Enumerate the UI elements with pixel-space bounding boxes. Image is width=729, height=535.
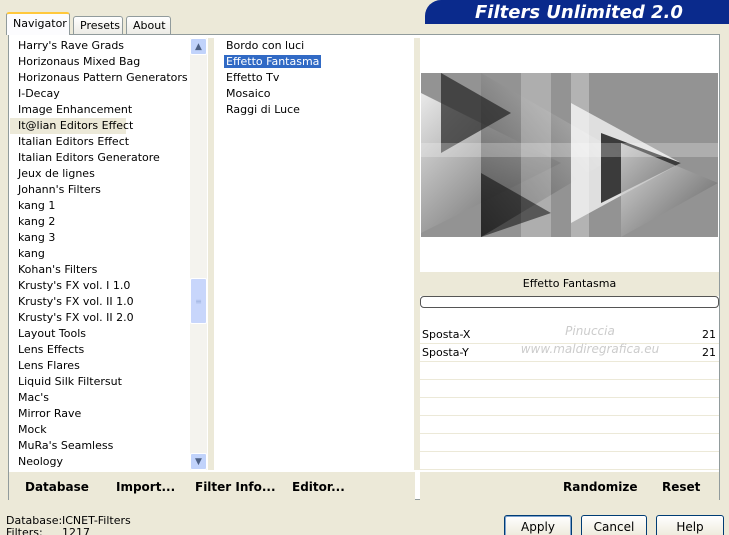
tab-presets-label: Presets [80,19,121,32]
parameter-name: Sposta-Y [422,346,469,359]
parameter-value[interactable]: 21 [702,328,716,341]
preview-graphic [421,73,718,237]
filter-item[interactable]: Raggi di Luce [214,102,414,118]
tab-navigator[interactable]: Navigator [6,12,70,35]
filter-item-label: Effetto Fantasma [224,55,322,68]
category-item[interactable]: kang 3 [10,230,190,246]
database-info: Database:ICNET-Filters Filters: 1217 [6,515,131,535]
category-item[interactable]: Jeux de lignes [10,166,190,182]
category-item[interactable]: kang 1 [10,198,190,214]
import-button[interactable]: Import... [116,480,175,494]
database-button[interactable]: Database [25,480,89,494]
category-item[interactable]: Mac's [10,390,190,406]
randomize-button[interactable]: Randomize [563,480,637,494]
filter-item[interactable]: Effetto Tv [214,70,414,86]
category-item[interactable]: Liquid Silk Filtersut [10,374,190,390]
parameter-row[interactable] [420,452,719,470]
parameter-row[interactable] [420,398,719,416]
tab-presets[interactable]: Presets [73,16,123,34]
selected-filter-title: Effetto Fantasma [420,272,719,296]
category-item[interactable]: MuRa's Seamless [10,438,190,454]
parameter-row[interactable] [420,416,719,434]
filter-preview-image [421,73,718,237]
filter-list[interactable]: Bordo con luci Effetto Fantasma Effetto Tv… [214,38,414,470]
cancel-button[interactable]: Cancel [581,515,647,535]
category-item[interactable]: kang 2 [10,214,190,230]
category-item[interactable]: Krusty's FX vol. II 2.0 [10,310,190,326]
left-command-bar: Database Import... Filter Info... Editor… [9,472,415,500]
parameter-row[interactable] [420,362,719,380]
tab-about-label: About [133,19,166,32]
category-item[interactable]: Kohan's Filters [10,262,190,278]
filter-item-label: Effetto Tv [226,71,280,84]
category-item[interactable]: Krusty's FX vol. II 1.0 [10,294,190,310]
reset-button[interactable]: Reset [662,480,700,494]
category-item[interactable]: Lens Effects [10,342,190,358]
apply-button[interactable]: Apply [504,515,572,535]
category-item[interactable]: I-Decay [10,86,190,102]
filter-item-label: Mosaico [226,87,271,100]
category-item[interactable]: Italian Editors Effect [10,134,190,150]
app-title: Filters Unlimited 2.0 [475,2,683,23]
parameter-row[interactable] [420,434,719,452]
category-item[interactable]: Horizonaus Pattern Generators [10,70,190,86]
watermark-line1: Pinuccia [565,324,615,338]
parameter-value[interactable]: 21 [702,346,716,359]
category-item[interactable]: Harry's Rave Grads [10,38,190,54]
cancel-label: Cancel [593,520,635,534]
scroll-up-button[interactable]: ▲ [190,38,207,55]
filter-info-button[interactable]: Filter Info... [195,480,276,494]
chevron-up-icon: ▲ [195,41,202,52]
progress-bar [420,296,719,308]
help-label: Help [676,520,704,534]
filter-item-label: Raggi di Luce [226,103,300,116]
watermark-line2: www.maldiregrafica.eu [520,342,660,356]
help-button[interactable]: Help [656,515,724,535]
right-command-bar: Randomize Reset [420,472,719,500]
tab-navigator-label: Navigator [13,17,67,30]
tab-about[interactable]: About [126,16,171,34]
filter-item[interactable]: Mosaico [214,86,414,102]
scroll-down-button[interactable]: ▼ [190,453,207,470]
category-item[interactable]: Image Enhancement [10,102,190,118]
category-item[interactable]: Krusty's FX vol. I 1.0 [10,278,190,294]
filter-name-label: Effetto Fantasma [522,277,617,290]
category-item[interactable]: Johann's Filters [10,182,190,198]
parameter-name: Sposta-X [422,328,471,341]
category-scrollbar[interactable]: ▲ ≡ ▼ [190,38,207,470]
app-title-banner: Filters Unlimited 2.0 [425,0,729,24]
filter-item-label: Bordo con luci [226,39,305,52]
category-item[interactable]: Mock [10,422,190,438]
category-item[interactable]: kang [10,246,190,262]
category-item[interactable]: It@lian Editors Effect [10,118,133,134]
watermark: Pinuccia www.maldiregrafica.eu [490,322,690,358]
category-list[interactable]: Harry's Rave Grads Horizonaus Mixed Bag Ho… [10,38,190,470]
category-item[interactable]: Layout Tools [10,326,190,342]
category-item[interactable]: Lens Flares [10,358,190,374]
category-item[interactable]: Italian Editors Generatore [10,150,190,166]
category-item[interactable]: Horizonaus Mixed Bag [10,54,190,70]
filters-label: Filters: [6,526,43,535]
parameter-row[interactable] [420,380,719,398]
category-item[interactable]: Neology [10,454,190,470]
filters-value: 1217 [62,526,90,535]
category-item[interactable]: Mirror Rave [10,406,190,422]
editor-button[interactable]: Editor... [292,480,345,494]
filter-item[interactable]: Effetto Fantasma [214,54,414,70]
apply-label: Apply [521,520,555,534]
filter-item[interactable]: Bordo con luci [214,38,414,54]
chevron-down-icon: ▼ [195,456,202,467]
scroll-thumb[interactable]: ≡ [190,278,207,324]
grip-icon: ≡ [195,296,202,306]
